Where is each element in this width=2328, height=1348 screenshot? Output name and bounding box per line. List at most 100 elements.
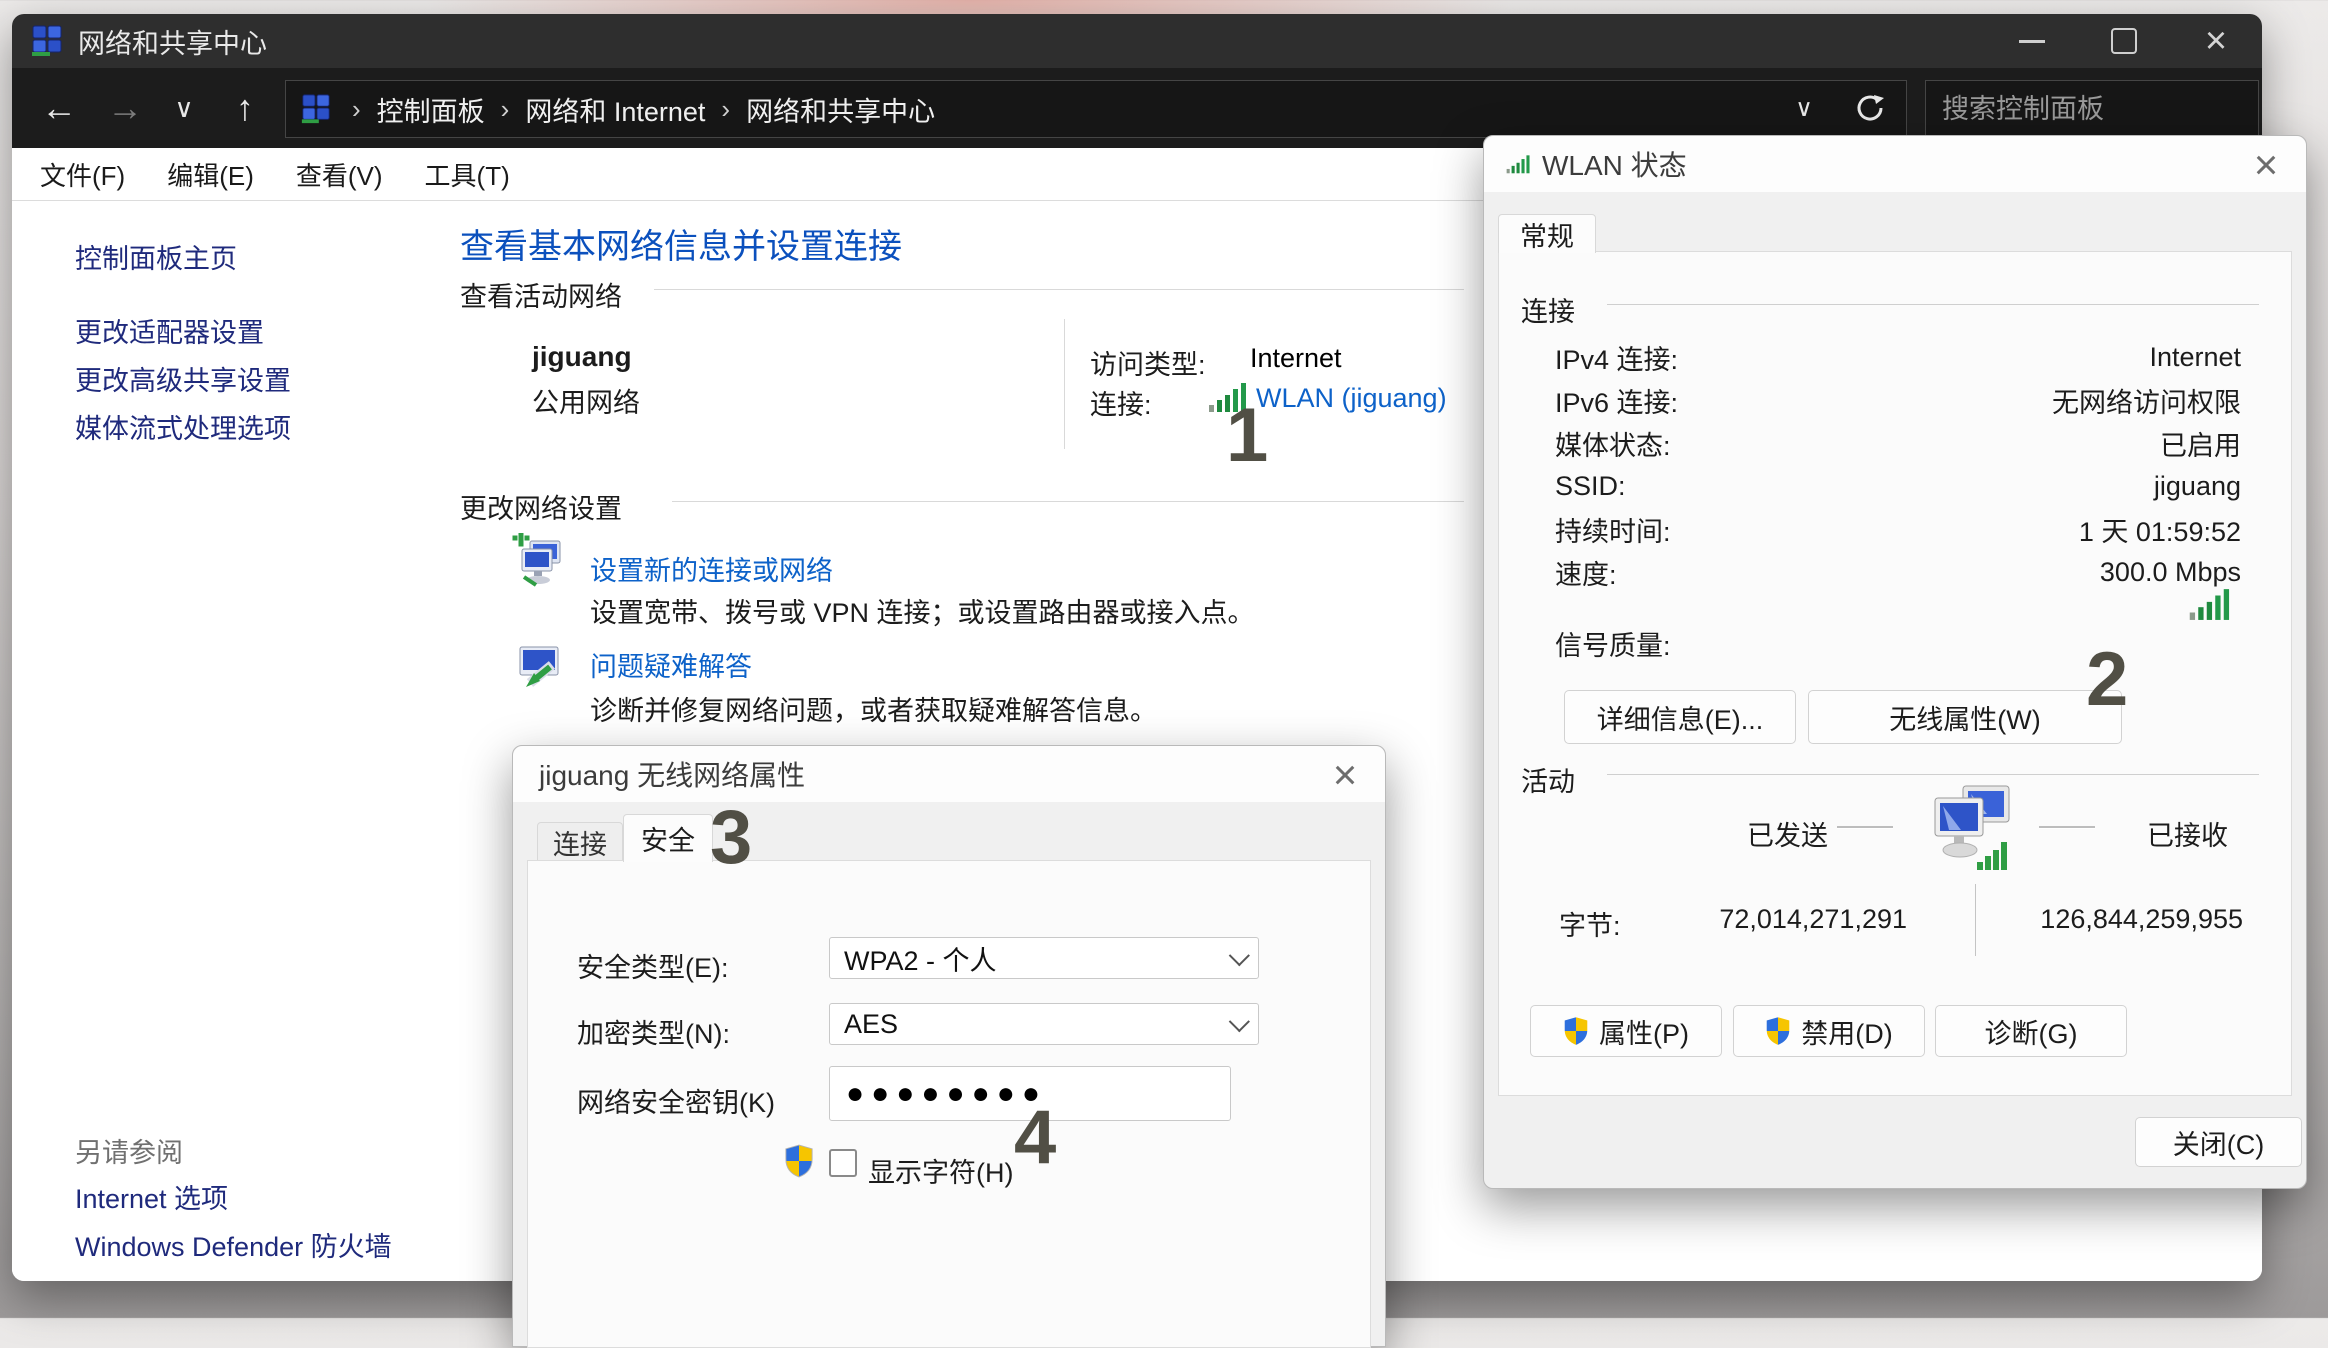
encryption-type-value: AES bbox=[844, 1008, 899, 1039]
tab-connection-label: 连接 bbox=[553, 830, 607, 860]
diagnose-button[interactable]: 诊断(G) bbox=[1935, 1005, 2127, 1057]
active-networks-section-label: 查看活动网络 bbox=[460, 282, 622, 312]
diagnose-button-label: 诊断(G) bbox=[1984, 1018, 2078, 1049]
window-title: 网络和共享中心 bbox=[78, 28, 267, 59]
wlan-dialog-title: WLAN 状态 bbox=[1542, 150, 1687, 181]
tab-general[interactable]: 常规 bbox=[1498, 214, 1596, 253]
breadcrumb-control-panel[interactable]: 控制面板 bbox=[377, 90, 485, 129]
props-dialog-title-bar: jiguang 无线网络属性 bbox=[513, 746, 1385, 802]
uac-shield-icon bbox=[1766, 1017, 1790, 1045]
bytes-label: 字节: bbox=[1559, 911, 1621, 941]
refresh-icon bbox=[1857, 95, 1884, 121]
search-box bbox=[1925, 80, 2262, 138]
show-characters-checkbox[interactable] bbox=[829, 1149, 857, 1177]
minimize-button[interactable] bbox=[1986, 14, 2078, 68]
disable-button[interactable]: 禁用(D) bbox=[1733, 1005, 1925, 1057]
search-input[interactable] bbox=[1926, 93, 2262, 125]
wlan-signal-mini-icon bbox=[1506, 154, 1532, 174]
menu-tools[interactable]: 工具(T) bbox=[425, 156, 510, 193]
detail-label: 持续时间: bbox=[1555, 517, 1671, 547]
history-chevron-button[interactable]: ∨ bbox=[162, 68, 206, 148]
general-tab-page: 连接 IPv4 连接: Internet IPv6 连接: 无网络访问权限 媒体状态… bbox=[1498, 251, 2292, 1096]
detail-value: 无网络访问权限 bbox=[2052, 388, 2241, 418]
page-title: 查看基本网络信息并设置连接 bbox=[460, 228, 902, 266]
breadcrumb-network-sharing-center[interactable]: 网络和共享中心 bbox=[746, 90, 935, 129]
properties-button[interactable]: 属性(P) bbox=[1530, 1005, 1722, 1057]
close-dialog-button-label: 关闭(C) bbox=[2172, 1129, 2265, 1160]
sidebar-item-control-panel-home[interactable]: 控制面板主页 bbox=[75, 237, 237, 276]
active-network-name: jiguang bbox=[532, 341, 632, 372]
sidebar-item-change-adapter-settings[interactable]: 更改适配器设置 bbox=[75, 311, 264, 350]
sidebar-item-windows-defender-firewall[interactable]: Windows Defender 防火墙 bbox=[75, 1225, 392, 1264]
security-type-dropdown[interactable]: WPA2 - 个人 bbox=[829, 937, 1259, 979]
uac-shield-icon bbox=[1564, 1017, 1588, 1045]
props-dialog-close-button[interactable]: × bbox=[1319, 751, 1371, 798]
detail-label: 媒体状态: bbox=[1555, 431, 1671, 461]
properties-button-label: 属性(P) bbox=[1599, 1018, 1689, 1049]
breadcrumb-separator: › bbox=[500, 93, 510, 124]
uac-shield-icon bbox=[784, 1144, 814, 1185]
setup-new-connection-link[interactable]: 设置新的连接或网络 bbox=[590, 549, 833, 588]
wlan-connection-link[interactable]: WLAN (jiguang) bbox=[1256, 383, 1447, 414]
signal-quality-bars-icon bbox=[2187, 587, 2235, 628]
detail-value: 300.0 Mbps bbox=[2099, 557, 2241, 587]
annotation-1: 1 bbox=[1226, 393, 1269, 478]
annotation-4: 4 bbox=[1014, 1095, 1057, 1180]
encryption-type-dropdown[interactable]: AES bbox=[829, 1003, 1259, 1045]
maximize-button[interactable] bbox=[2078, 14, 2170, 68]
tab-connection[interactable]: 连接 bbox=[537, 822, 623, 862]
divider bbox=[1064, 319, 1065, 449]
breadcrumb-separator: › bbox=[721, 93, 731, 124]
detail-label: 速度: bbox=[1555, 560, 1617, 590]
breadcrumb-network-internet[interactable]: 网络和 Internet bbox=[525, 90, 705, 129]
details-button-label: 详细信息(E)... bbox=[1596, 704, 1764, 735]
back-button[interactable]: ← bbox=[30, 68, 88, 148]
bytes-received-value: 126,844,259,955 bbox=[2040, 904, 2243, 934]
breadcrumb-network-icon bbox=[300, 93, 332, 125]
close-dialog-button[interactable]: 关闭(C) bbox=[2135, 1117, 2302, 1167]
encryption-type-label: 加密类型(N): bbox=[577, 1019, 730, 1049]
sent-label: 已发送 bbox=[1747, 821, 1828, 851]
disable-button-label: 禁用(D) bbox=[1801, 1018, 1893, 1049]
detail-row: SSID: jiguang bbox=[1499, 465, 2291, 508]
desktop-background: 网络和共享中心 × ← → ∨ ↑ › 控制面板 › 网络和 Internet … bbox=[0, 0, 2328, 1348]
computer-activity-icon bbox=[1927, 780, 2017, 883]
connection-label: 连接: bbox=[1090, 390, 1152, 420]
new-connection-icon bbox=[510, 528, 566, 600]
detail-row: 媒体状态: 已启用 bbox=[1499, 422, 2291, 465]
tab-general-label: 常规 bbox=[1520, 221, 1574, 252]
access-type-label: 访问类型: bbox=[1090, 350, 1206, 380]
network-app-icon bbox=[30, 24, 64, 58]
chevron-down-icon bbox=[1228, 944, 1250, 966]
access-type-value: Internet bbox=[1250, 343, 1342, 373]
show-characters-label: 显示字符(H) bbox=[868, 1158, 1014, 1188]
window-controls: × bbox=[1986, 14, 2262, 68]
menu-view[interactable]: 查看(V) bbox=[296, 156, 383, 193]
sidebar-item-change-advanced-sharing[interactable]: 更改高级共享设置 bbox=[75, 359, 291, 398]
wlan-status-dialog: WLAN 状态 × 常规 连接 IPv4 连接: Internet IPv6 连接… bbox=[1483, 135, 2307, 1189]
sidebar-item-media-streaming-options[interactable]: 媒体流式处理选项 bbox=[75, 407, 291, 446]
sidebar-item-internet-options[interactable]: Internet 选项 bbox=[75, 1177, 228, 1216]
details-button[interactable]: 详细信息(E)... bbox=[1564, 690, 1796, 744]
up-button[interactable]: ↑ bbox=[216, 68, 274, 148]
divider bbox=[1837, 826, 1893, 829]
network-key-label: 网络安全密钥(K) bbox=[577, 1088, 775, 1118]
maximize-icon bbox=[2111, 28, 2137, 54]
menu-edit[interactable]: 编辑(E) bbox=[167, 156, 254, 193]
forward-button[interactable]: → bbox=[96, 68, 154, 148]
see-also-header: 另请参阅 bbox=[75, 1138, 183, 1168]
address-bar[interactable]: › 控制面板 › 网络和 Internet › 网络和共享中心 bbox=[285, 80, 1907, 138]
detail-row: IPv6 连接: 无网络访问权限 bbox=[1499, 379, 2291, 422]
detail-value: 已启用 bbox=[2160, 431, 2241, 461]
troubleshoot-link[interactable]: 问题疑难解答 bbox=[590, 645, 752, 684]
detail-value: Internet bbox=[2149, 342, 2241, 372]
received-label: 已接收 bbox=[2147, 821, 2228, 851]
wireless-properties-button[interactable]: 无线属性(W) bbox=[1808, 690, 2122, 744]
troubleshoot-icon bbox=[514, 643, 564, 704]
detail-row: 速度: 300.0 Mbps bbox=[1499, 551, 2291, 594]
wlan-dialog-close-button[interactable]: × bbox=[2240, 141, 2292, 188]
close-button[interactable]: × bbox=[2170, 14, 2262, 68]
chevron-down-icon bbox=[1228, 1010, 1250, 1032]
tab-security[interactable]: 安全 bbox=[623, 814, 713, 862]
menu-file[interactable]: 文件(F) bbox=[40, 156, 125, 193]
